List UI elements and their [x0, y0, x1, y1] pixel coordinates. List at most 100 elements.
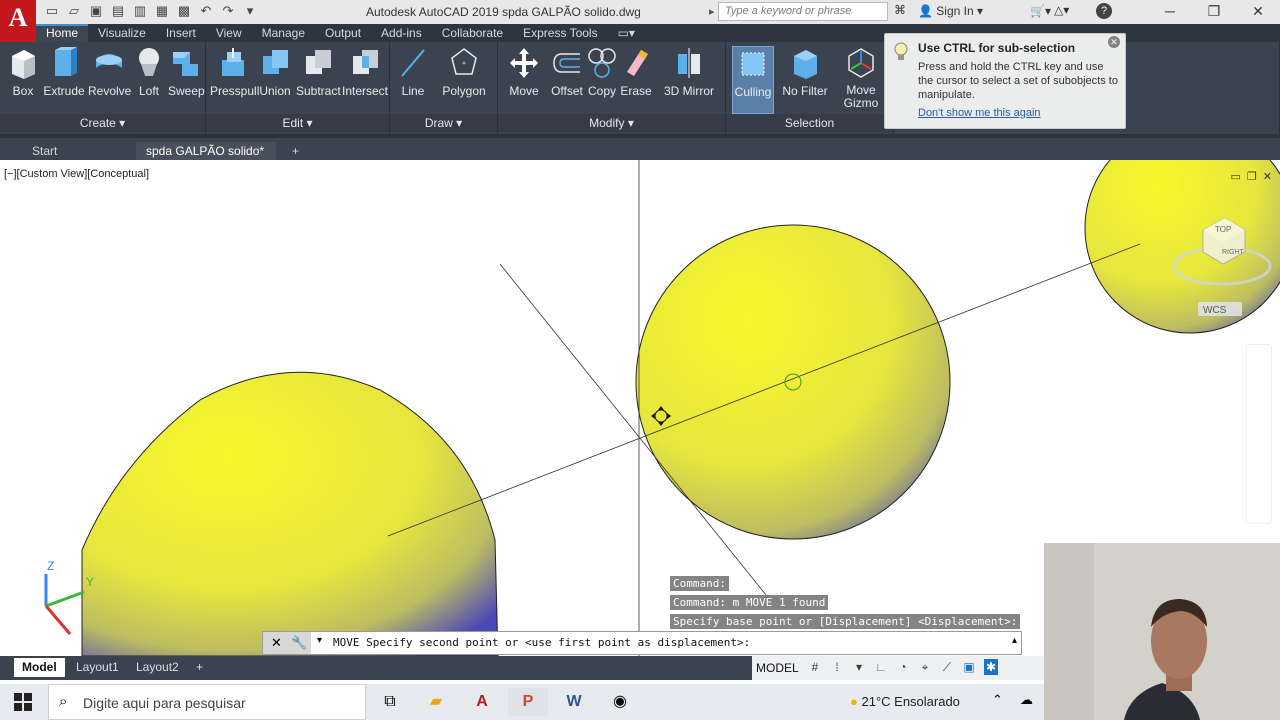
save-icon[interactable]: ▣ — [88, 3, 104, 19]
viewport-controls-label[interactable]: [−][Custom View][Conceptual] — [4, 168, 149, 180]
open-file-icon[interactable]: ▱ — [66, 3, 82, 19]
ortho-icon[interactable]: ∟ — [874, 659, 888, 675]
tooltip-close-icon[interactable]: ✕ — [1108, 36, 1120, 48]
weather-widget[interactable]: ● 21°C Ensolarado — [850, 694, 960, 709]
start-tab[interactable]: Start — [22, 142, 132, 160]
onedrive-icon[interactable]: ☁ — [1020, 692, 1033, 708]
redo-icon[interactable]: ↷ — [220, 3, 236, 19]
sign-in-button[interactable]: 👤 Sign In ▾ — [918, 4, 983, 18]
copy-tool[interactable]: Copy — [586, 46, 618, 98]
save-as-icon[interactable]: ▤ — [110, 3, 126, 19]
annotation-icon[interactable]: ✱ — [984, 659, 998, 675]
cart-icon[interactable]: 🛒▾ — [1030, 4, 1051, 18]
vp-minimize-icon[interactable]: ▭ — [1231, 170, 1241, 183]
movegizmo-tool[interactable]: Move Gizmo — [840, 46, 882, 110]
powerpoint-icon[interactable]: P — [508, 688, 548, 716]
tab-manage[interactable]: Manage — [252, 24, 315, 42]
help-search-input[interactable]: Type a keyword or phrase — [709, 2, 888, 21]
panel-draw-title[interactable]: Draw ▾ — [390, 114, 497, 132]
panel-modify-title[interactable]: Modify ▾ — [498, 114, 725, 132]
tab-layout2[interactable]: Layout2 — [128, 658, 187, 677]
command-close-icon[interactable]: ✕ — [271, 635, 282, 651]
box-tool[interactable]: Box — [6, 46, 40, 98]
polygon-tool[interactable]: Polygon — [442, 46, 486, 98]
grid-icon[interactable]: # — [808, 659, 822, 675]
command-line[interactable]: ✕ 🔧 ▾ MOVE Specify second point or <use … — [262, 631, 1022, 655]
panel-edit-title[interactable]: Edit ▾ — [206, 114, 389, 132]
command-recent-icon[interactable]: ▾ — [317, 635, 322, 646]
culling-tool[interactable]: Culling — [732, 46, 774, 114]
panel-create-title[interactable]: Create ▾ — [0, 114, 205, 132]
a360-icon[interactable]: △▾ — [1054, 3, 1069, 17]
task-view-icon[interactable]: ⧉ — [370, 688, 410, 716]
help-icon[interactable]: ? — [1096, 3, 1112, 19]
union-tool[interactable]: Union — [258, 46, 292, 98]
tab-model[interactable]: Model — [14, 658, 65, 677]
new-file-icon[interactable]: ▭ — [44, 3, 60, 19]
binoculars-icon[interactable]: ⌘ — [894, 3, 906, 17]
tab-view[interactable]: View — [206, 24, 252, 42]
nofilter-tool[interactable]: No Filter — [780, 46, 830, 98]
restore-icon[interactable]: ❐ — [1192, 0, 1236, 24]
web-mobile-save-icon[interactable]: ▦ — [154, 3, 170, 19]
web-mobile-open-icon[interactable]: ▥ — [132, 3, 148, 19]
tab-add-ins[interactable]: Add-ins — [371, 24, 432, 42]
windows-start-icon[interactable] — [14, 693, 32, 711]
line-tool[interactable]: Line — [396, 46, 430, 98]
command-history-toggle-icon[interactable]: ▴ — [1012, 635, 1017, 646]
mirror3d-tool[interactable]: 3D Mirror — [662, 46, 716, 98]
sweep-tool[interactable]: Sweep — [168, 46, 205, 98]
move-tool[interactable]: Move — [508, 46, 540, 98]
navigation-bar[interactable] — [1246, 344, 1272, 524]
selection-cycle-icon[interactable]: ▣ — [962, 659, 976, 675]
tab-visualize[interactable]: Visualize — [88, 24, 156, 42]
drawing-tab-label: spda GALPÃO solido* — [146, 144, 265, 158]
tab-express-tools[interactable]: Express Tools — [513, 24, 607, 42]
file-explorer-icon[interactable]: ▰ — [416, 688, 456, 716]
tab-home[interactable]: Home — [36, 24, 89, 42]
extrude-tool[interactable]: Extrude — [43, 46, 85, 98]
vp-close-icon[interactable]: ✕ — [1263, 170, 1272, 183]
osnap-icon[interactable]: ⌖ — [918, 659, 932, 675]
taskbar-search-input[interactable]: ⌕ Digite aqui para pesquisar — [48, 684, 366, 720]
plot-icon[interactable]: ▩ — [176, 3, 192, 19]
tab-layout1[interactable]: Layout1 — [68, 658, 127, 677]
qat-dropdown-icon[interactable]: ▾ — [242, 3, 258, 19]
dont-show-again-link[interactable]: Don't show me this again — [918, 107, 1041, 119]
status-icons: # ⁞ ▾ ∟ ◔ ⌖ ⟋ ▣ ✱ — [808, 659, 998, 675]
undo-icon[interactable]: ↶ — [198, 3, 214, 19]
tab-output[interactable]: Output — [315, 24, 371, 42]
drawing-tab[interactable]: spda GALPÃO solido* ✕ — [136, 142, 276, 172]
tab-insert[interactable]: Insert — [156, 24, 206, 42]
subtract-tool[interactable]: Subtract — [296, 46, 341, 98]
add-layout-icon[interactable]: + — [188, 658, 211, 677]
tab-overflow-icon[interactable]: ▭▾ — [608, 24, 645, 42]
revolve-tool[interactable]: Revolve — [88, 46, 131, 98]
tab-collaborate[interactable]: Collaborate — [432, 24, 513, 42]
snap-icon[interactable]: ⁞ — [830, 659, 844, 675]
erase-tool[interactable]: Erase — [620, 46, 652, 98]
presspull-tool[interactable]: Presspull — [210, 46, 259, 98]
offset-tool[interactable]: Offset — [550, 46, 584, 98]
autocad-logo-button[interactable]: A — [0, 0, 36, 42]
obs-icon[interactable]: ◉ — [600, 688, 640, 716]
model-space-button[interactable]: MODEL — [756, 661, 799, 675]
box-label: Box — [12, 84, 34, 98]
new-tab-icon[interactable]: + — [282, 142, 308, 160]
intersect-tool[interactable]: Intersect — [342, 46, 388, 98]
snap-dropdown-icon[interactable]: ▾ — [852, 659, 866, 675]
customize-wrench-icon[interactable]: 🔧 — [291, 635, 307, 651]
polar-icon[interactable]: ◔ — [896, 659, 910, 675]
command-prompt: MOVE Specify second point or <use first … — [333, 636, 751, 649]
minimize-icon[interactable]: ─ — [1148, 0, 1192, 24]
tray-expand-icon[interactable]: ⌃ — [992, 692, 1003, 708]
vp-restore-icon[interactable]: ❐ — [1247, 170, 1257, 183]
loft-tool[interactable]: Loft — [134, 46, 164, 98]
sphere-left[interactable] — [81, 371, 499, 656]
sphere-top-right[interactable] — [1084, 160, 1280, 334]
word-icon[interactable]: W — [554, 688, 594, 716]
autocad-taskbar-icon[interactable]: A — [462, 688, 502, 716]
erase-icon — [627, 50, 648, 76]
lineweight-icon[interactable]: ⟋ — [940, 659, 954, 675]
close-icon[interactable]: ✕ — [1236, 0, 1280, 24]
